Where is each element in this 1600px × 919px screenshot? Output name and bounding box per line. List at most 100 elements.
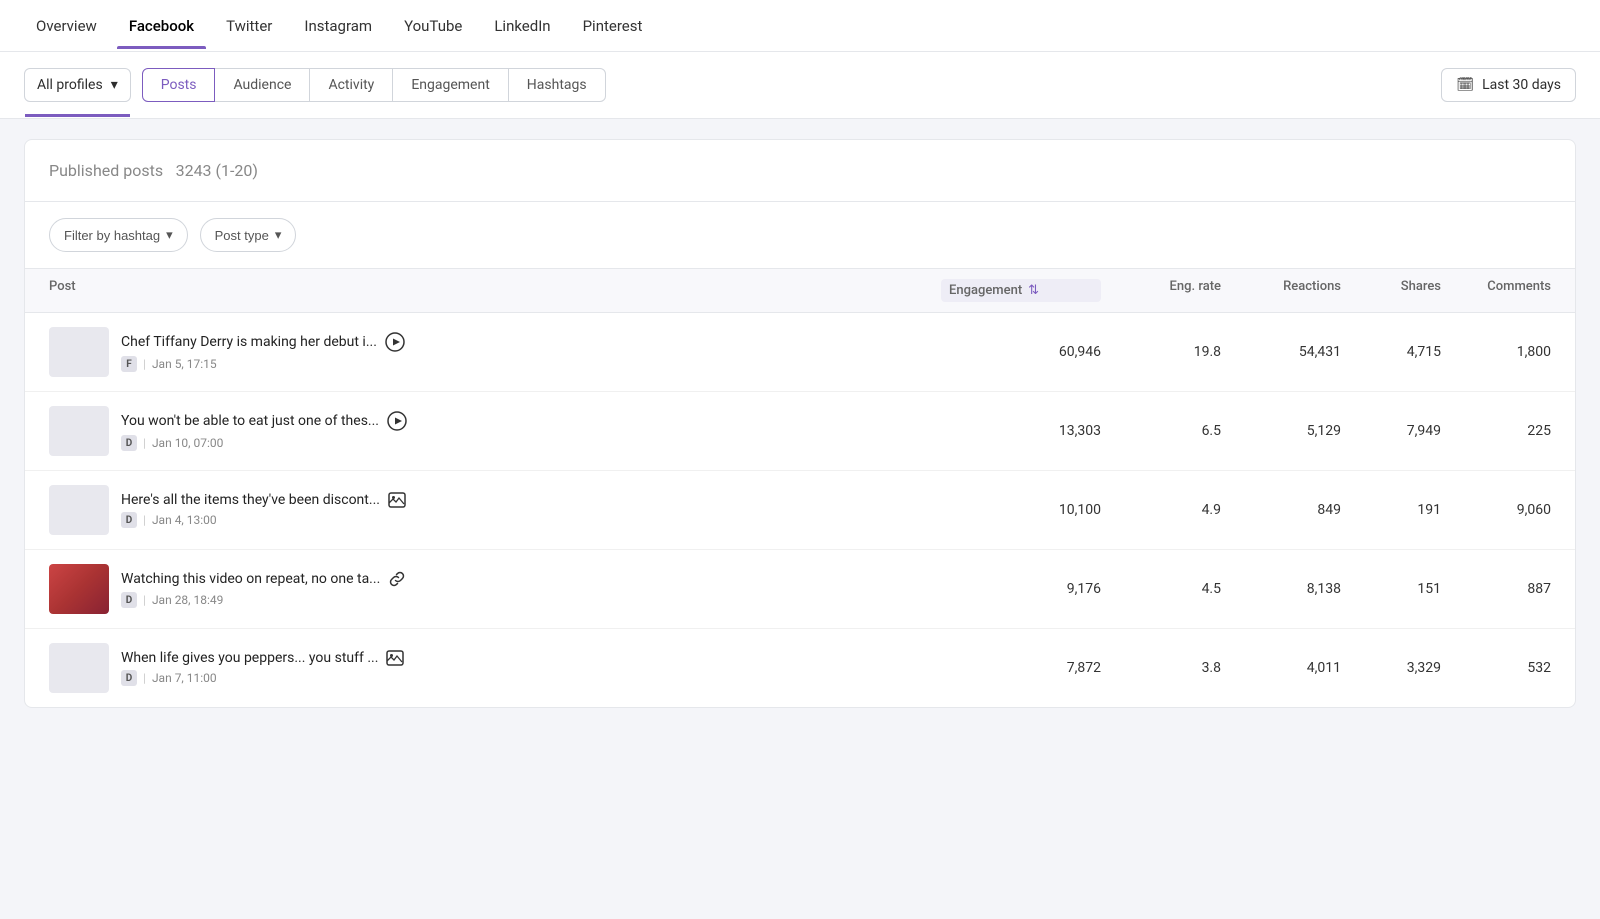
top-navigation: Overview Facebook Twitter Instagram YouT… xyxy=(0,0,1600,52)
nav-twitter[interactable]: Twitter xyxy=(214,3,284,49)
post-info: When life gives you peppers... you stuff… xyxy=(121,650,404,686)
reactions-value: 849 xyxy=(1221,502,1341,518)
post-type-filter-label: Post type xyxy=(215,228,269,243)
table-row[interactable]: You won't be able to eat just one of the… xyxy=(25,392,1575,471)
shares-value: 191 xyxy=(1341,502,1441,518)
comments-value: 1,800 xyxy=(1441,344,1551,360)
tab-engagement[interactable]: Engagement xyxy=(392,68,508,102)
table-row[interactable]: Here's all the items they've been discon… xyxy=(25,471,1575,550)
post-date: Jan 4, 13:00 xyxy=(152,513,217,527)
main-content: Published posts 3243 (1-20) Filter by ha… xyxy=(0,119,1600,728)
col-shares: Shares xyxy=(1341,279,1441,302)
nav-overview[interactable]: Overview xyxy=(24,3,109,49)
shares-value: 151 xyxy=(1341,581,1441,597)
post-meta: D | Jan 10, 07:00 xyxy=(121,435,407,451)
profile-badge: F xyxy=(121,356,137,372)
shares-value: 4,715 xyxy=(1341,344,1441,360)
post-info: Chef Tiffany Derry is making her debut i… xyxy=(121,332,405,372)
section-header: Published posts 3243 (1-20) xyxy=(25,140,1575,202)
engagement-value: 9,176 xyxy=(941,581,1101,597)
reactions-value: 8,138 xyxy=(1221,581,1341,597)
col-eng-rate: Eng. rate xyxy=(1101,279,1221,302)
sort-icon: ⇅ xyxy=(1028,283,1039,298)
profile-dropdown-label: All profiles xyxy=(37,77,103,93)
eng-rate-value: 3.8 xyxy=(1101,660,1221,676)
post-cell: You won't be able to eat just one of the… xyxy=(49,406,941,456)
engagement-value: 13,303 xyxy=(941,423,1101,439)
post-title: Chef Tiffany Derry is making her debut i… xyxy=(121,332,405,352)
post-type-icon xyxy=(387,411,407,431)
post-title: You won't be able to eat just one of the… xyxy=(121,411,407,431)
post-type-icon xyxy=(388,570,406,588)
post-date: Jan 28, 18:49 xyxy=(152,593,223,607)
tab-audience[interactable]: Audience xyxy=(214,68,310,102)
post-thumbnail xyxy=(49,643,109,693)
section-title: Published posts 3243 (1-20) xyxy=(49,160,1551,181)
nav-youtube[interactable]: YouTube xyxy=(392,3,474,49)
col-engagement[interactable]: Engagement ⇅ xyxy=(941,279,1101,302)
eng-rate-value: 6.5 xyxy=(1101,423,1221,439)
post-meta: D | Jan 4, 13:00 xyxy=(121,512,406,528)
nav-pinterest[interactable]: Pinterest xyxy=(571,3,655,49)
table-row[interactable]: Watching this video on repeat, no one ta… xyxy=(25,550,1575,629)
post-thumbnail xyxy=(49,485,109,535)
tab-group: Posts Audience Activity Engagement Hasht… xyxy=(143,68,606,102)
eng-rate-value: 19.8 xyxy=(1101,344,1221,360)
calendar-icon: 🗓 xyxy=(1456,77,1474,93)
post-cell: Chef Tiffany Derry is making her debut i… xyxy=(49,327,941,377)
date-range-label: Last 30 days xyxy=(1482,77,1561,93)
engagement-value: 10,100 xyxy=(941,502,1101,518)
nav-linkedin[interactable]: LinkedIn xyxy=(482,3,562,49)
post-cell: Here's all the items they've been discon… xyxy=(49,485,941,535)
hashtag-filter-button[interactable]: Filter by hashtag ▾ xyxy=(49,218,188,252)
comments-value: 9,060 xyxy=(1441,502,1551,518)
chevron-down-icon: ▾ xyxy=(275,227,282,243)
post-type-filter-button[interactable]: Post type ▾ xyxy=(200,218,297,252)
post-date: Jan 5, 17:15 xyxy=(152,357,217,371)
post-cell: Watching this video on repeat, no one ta… xyxy=(49,564,941,614)
reactions-value: 5,129 xyxy=(1221,423,1341,439)
post-date: Jan 10, 07:00 xyxy=(152,436,223,450)
hashtag-filter-label: Filter by hashtag xyxy=(64,228,160,243)
profile-dropdown[interactable]: All profiles ▾ xyxy=(24,68,131,102)
profile-badge: D xyxy=(121,592,137,608)
post-info: You won't be able to eat just one of the… xyxy=(121,411,407,451)
post-type-icon xyxy=(386,650,404,666)
eng-rate-value: 4.5 xyxy=(1101,581,1221,597)
profile-badge: D xyxy=(121,670,137,686)
shares-value: 3,329 xyxy=(1341,660,1441,676)
table-header: Post Engagement ⇅ Eng. rate Reactions Sh… xyxy=(25,269,1575,313)
table-body: Chef Tiffany Derry is making her debut i… xyxy=(25,313,1575,707)
post-date: Jan 7, 11:00 xyxy=(152,671,217,685)
reactions-value: 4,011 xyxy=(1221,660,1341,676)
filter-row: Filter by hashtag ▾ Post type ▾ xyxy=(25,202,1575,269)
date-range-button[interactable]: 🗓 Last 30 days xyxy=(1441,68,1576,102)
table-row[interactable]: When life gives you peppers... you stuff… xyxy=(25,629,1575,707)
eng-rate-value: 4.9 xyxy=(1101,502,1221,518)
engagement-value: 60,946 xyxy=(941,344,1101,360)
post-meta: D | Jan 28, 18:49 xyxy=(121,592,406,608)
toolbar: All profiles ▾ Posts Audience Activity E… xyxy=(0,52,1600,119)
tab-hashtags[interactable]: Hashtags xyxy=(508,68,606,102)
profile-badge: D xyxy=(121,512,137,528)
profile-badge: D xyxy=(121,435,137,451)
post-meta: F | Jan 5, 17:15 xyxy=(121,356,405,372)
post-info: Watching this video on repeat, no one ta… xyxy=(121,570,406,608)
tab-activity[interactable]: Activity xyxy=(309,68,393,102)
post-title: Here's all the items they've been discon… xyxy=(121,492,406,508)
posts-section: Published posts 3243 (1-20) Filter by ha… xyxy=(24,139,1576,708)
col-comments: Comments xyxy=(1441,279,1551,302)
post-cell: When life gives you peppers... you stuff… xyxy=(49,643,941,693)
col-post: Post xyxy=(49,279,941,302)
toolbar-left: All profiles ▾ Posts Audience Activity E… xyxy=(24,68,606,102)
nav-facebook[interactable]: Facebook xyxy=(117,3,206,49)
nav-instagram[interactable]: Instagram xyxy=(292,3,384,49)
post-title: Watching this video on repeat, no one ta… xyxy=(121,570,406,588)
col-reactions: Reactions xyxy=(1221,279,1341,302)
table-row[interactable]: Chef Tiffany Derry is making her debut i… xyxy=(25,313,1575,392)
post-thumbnail xyxy=(49,327,109,377)
tab-posts[interactable]: Posts xyxy=(142,68,216,102)
comments-value: 225 xyxy=(1441,423,1551,439)
post-thumbnail xyxy=(49,564,109,614)
post-title: When life gives you peppers... you stuff… xyxy=(121,650,404,666)
